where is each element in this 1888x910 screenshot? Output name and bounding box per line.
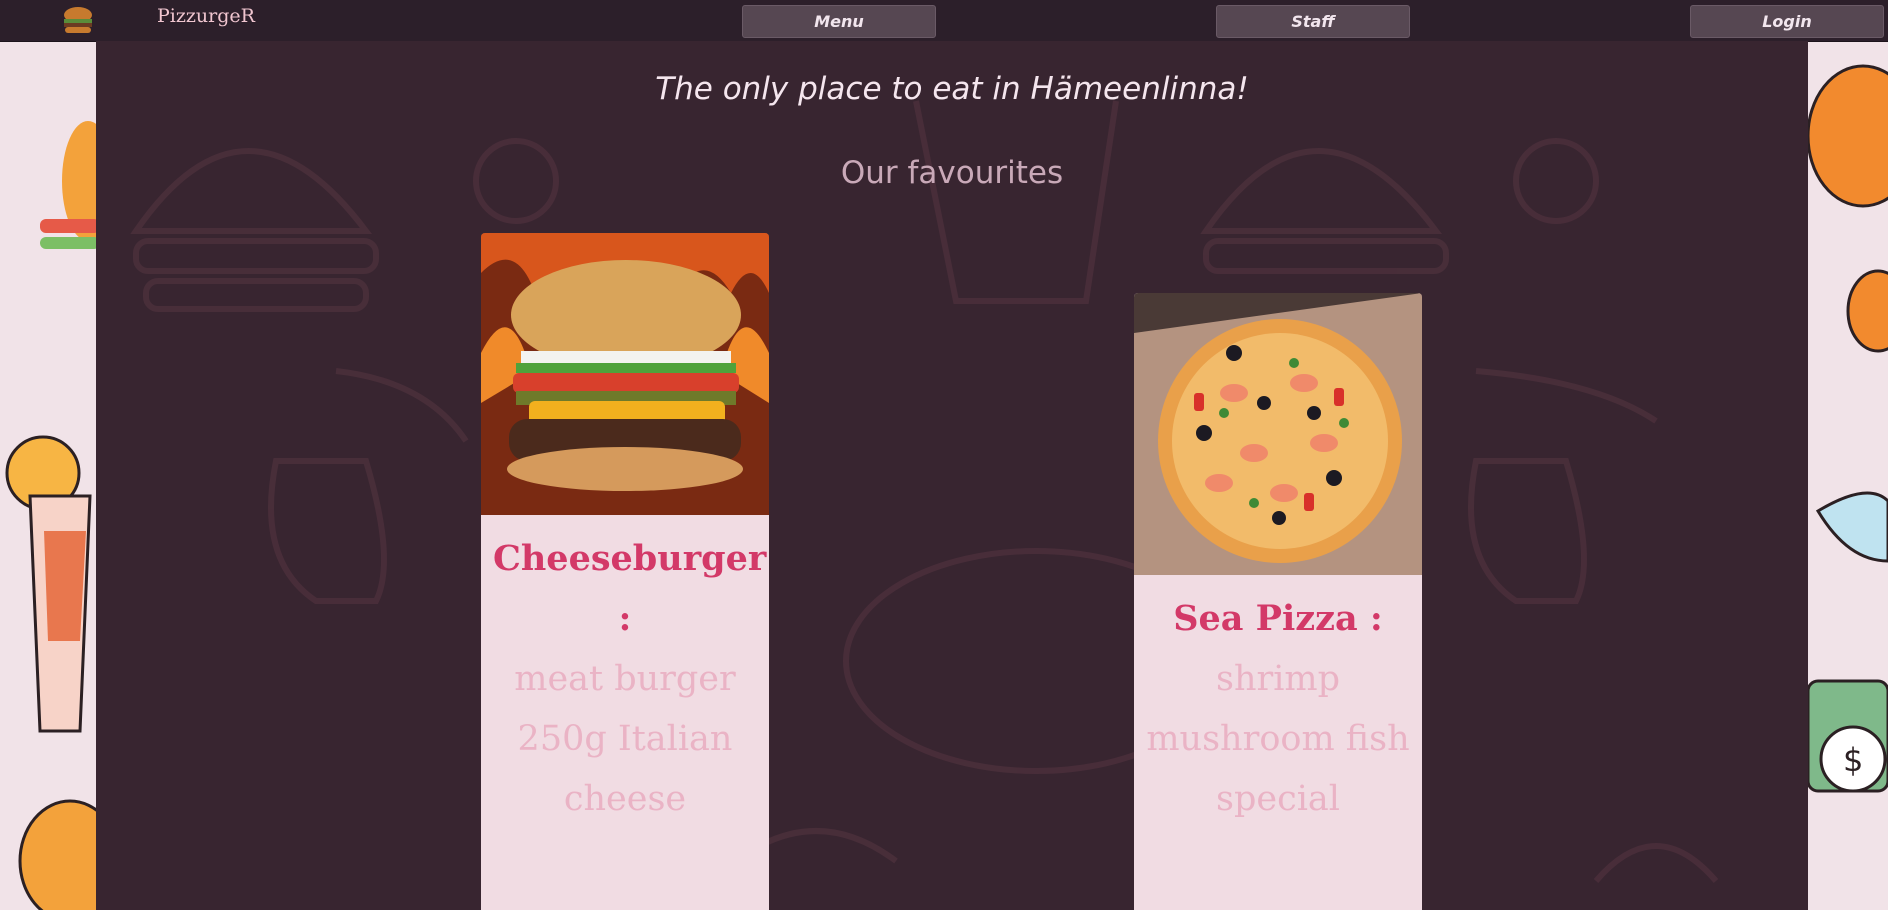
main-content: The only place to eat in Hämeenlinna! Ou… [96,41,1808,910]
tagline: The only place to eat in Hämeenlinna! [655,71,1249,107]
menu-button[interactable]: Menu [742,5,936,38]
cheeseburger-photo [481,233,769,515]
cheeseburger-description: meat burger 250g Italian cheese [514,659,736,819]
svg-text:$: $ [1843,741,1863,779]
staff-button[interactable]: Staff [1216,5,1410,38]
sea-pizza-photo [1134,293,1422,575]
favourite-card-cheeseburger[interactable]: Cheeseburger : meat burger 250g Italian … [481,233,769,910]
top-navbar: PizzurgeR Menu Staff Login [0,0,1888,42]
sea-pizza-name: Sea Pizza : [1173,598,1383,639]
section-title: Our favourites [840,155,1064,191]
right-doodle-strip: $ [1808,41,1888,910]
cheeseburger-name: Cheeseburger : [493,538,767,639]
sea-pizza-description: shrimp mushroom fish special [1146,659,1410,819]
favourite-card-sea-pizza[interactable]: Sea Pizza : shrimp mushroom fish special [1134,293,1422,910]
brand-name[interactable]: PizzurgeR [157,5,255,27]
login-button[interactable]: Login [1690,5,1884,38]
burger-logo-icon[interactable] [62,6,94,35]
left-doodle-strip [0,41,96,910]
